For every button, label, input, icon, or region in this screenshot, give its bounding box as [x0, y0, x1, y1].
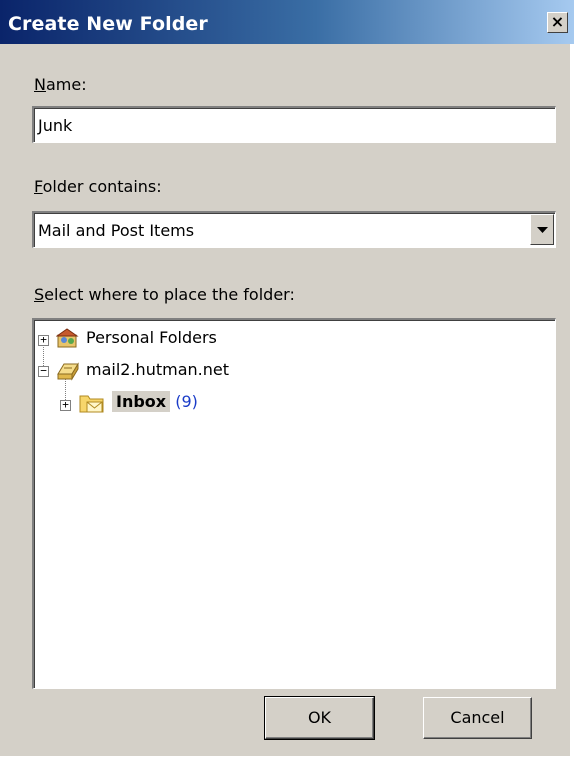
unread-count: (9)	[175, 392, 198, 411]
name-field-value: Junk	[38, 116, 73, 135]
inbox-label: Inbox	[112, 391, 171, 412]
tree-item-label[interactable]: mail2.hutman.net	[86, 360, 229, 379]
name-label: Name:	[34, 75, 87, 94]
cancel-button[interactable]: Cancel	[423, 697, 532, 739]
tree-item-inbox[interactable]: Inbox (9)	[112, 391, 198, 412]
inbox-folder-icon	[79, 395, 104, 413]
dropdown-button[interactable]	[530, 214, 554, 245]
expand-toggle[interactable]: +	[60, 399, 71, 411]
folder-contains-value: Mail and Post Items	[38, 221, 195, 240]
ok-button[interactable]: OK	[264, 696, 375, 740]
name-field[interactable]: Junk	[32, 106, 556, 143]
folder-contains-select[interactable]: Mail and Post Items	[32, 211, 556, 248]
close-icon: ×	[550, 12, 565, 31]
title-bar[interactable]: Create New Folder ×	[0, 0, 574, 44]
create-new-folder-dialog: Create New Folder × Name: Junk Folder co…	[0, 0, 574, 756]
collapse-toggle[interactable]: −	[38, 365, 49, 377]
folder-contains-label: Folder contains:	[34, 177, 162, 196]
personal-folders-icon	[56, 328, 79, 348]
mailbox-icon	[57, 362, 79, 381]
close-button[interactable]: ×	[547, 12, 568, 33]
folder-tree[interactable]: + Personal Folders − mail2.hutman.net + …	[32, 318, 556, 689]
dialog-title: Create New Folder	[8, 13, 208, 35]
expand-toggle[interactable]: +	[38, 334, 49, 346]
placement-label: Select where to place the folder:	[34, 285, 295, 304]
chevron-down-icon	[537, 227, 548, 233]
tree-item-label[interactable]: Personal Folders	[86, 328, 217, 347]
